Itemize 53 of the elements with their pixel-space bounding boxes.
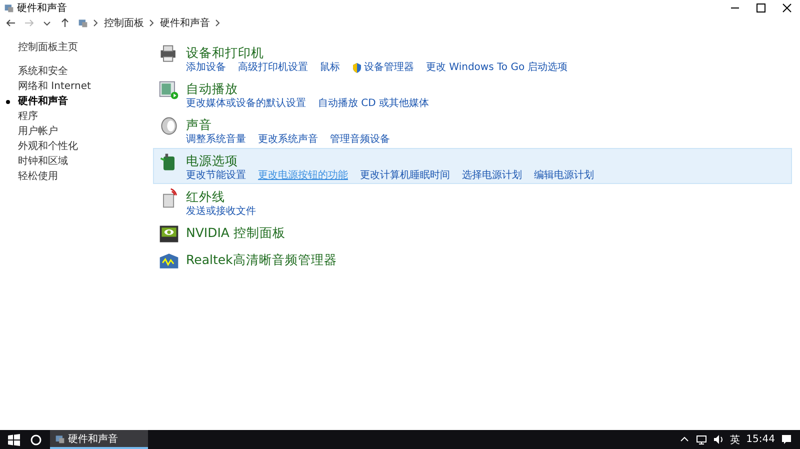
category-link[interactable]: 自动播放 CD 或其他媒体 <box>318 97 430 110</box>
sidebar-item[interactable]: 轻松使用 <box>18 171 58 182</box>
category-title[interactable]: 自动播放 <box>186 81 238 96</box>
category-link[interactable]: 更改节能设置 <box>186 169 246 182</box>
control-panel-icon <box>78 18 88 28</box>
breadcrumb[interactable]: 控制面板 <box>104 16 144 30</box>
taskbar-app-button[interactable]: 硬件和声音 <box>50 430 148 449</box>
category-link[interactable]: 高级打印机设置 <box>238 61 308 74</box>
category-link[interactable]: 鼠标 <box>320 61 340 74</box>
category-link[interactable]: 调整系统音量 <box>186 133 246 146</box>
bullet-icon <box>6 100 10 104</box>
category-title[interactable]: Realtek高清晰音频管理器 <box>186 252 337 267</box>
sidebar-item[interactable]: 硬件和声音 <box>18 96 68 107</box>
category-title[interactable]: 电源选项 <box>186 153 238 168</box>
category-link[interactable]: 管理音频设备 <box>330 133 390 146</box>
input-method-indicator[interactable]: 英 <box>730 432 740 446</box>
back-arrow-icon[interactable] <box>6 18 16 28</box>
sidebar-item[interactable]: 系统和安全 <box>18 66 68 77</box>
sidebar-item[interactable]: 网络和 Internet <box>18 81 91 92</box>
autoplay-icon[interactable] <box>158 79 180 101</box>
sidebar-item[interactable]: 时钟和区域 <box>18 156 68 167</box>
clock[interactable]: 15:44 <box>746 434 775 445</box>
category-link[interactable]: 设备管理器 <box>352 61 414 74</box>
window-title: 硬件和声音 <box>17 2 67 14</box>
chevron-icon <box>93 19 99 27</box>
chevron-icon <box>149 19 155 27</box>
category-title[interactable]: 声音 <box>186 117 212 132</box>
category-link[interactable]: 添加设备 <box>186 61 226 74</box>
category-link[interactable]: 更改媒体或设备的默认设置 <box>186 97 306 110</box>
windows-start-icon[interactable] <box>8 434 20 446</box>
sound-icon[interactable] <box>158 115 180 137</box>
search-circle-icon[interactable] <box>30 434 42 446</box>
category-link[interactable]: 选择电源计划 <box>462 169 522 182</box>
category-link[interactable]: 更改计算机睡眠时间 <box>360 169 450 182</box>
control-panel-icon <box>55 434 65 444</box>
sidebar-item[interactable]: 程序 <box>18 111 38 122</box>
category-link[interactable]: 更改系统声音 <box>258 133 318 146</box>
chevron-icon <box>215 19 221 27</box>
category-title[interactable]: 设备和打印机 <box>186 45 264 60</box>
notification-icon[interactable] <box>781 434 792 445</box>
category-link[interactable]: 发送或接收文件 <box>186 205 256 218</box>
speaker-icon[interactable] <box>713 434 724 445</box>
sidebar-home-link[interactable]: 控制面板主页 <box>18 40 153 54</box>
up-arrow-icon[interactable] <box>60 18 70 28</box>
sidebar-item[interactable]: 用户帐户 <box>18 126 58 137</box>
breadcrumb[interactable]: 硬件和声音 <box>160 16 210 30</box>
category-link[interactable]: 更改 Windows To Go 启动选项 <box>426 61 568 74</box>
sidebar-item[interactable]: 外观和个性化 <box>18 141 78 152</box>
category-title[interactable]: 红外线 <box>186 189 225 204</box>
category-title[interactable]: NVIDIA 控制面板 <box>186 225 286 240</box>
network-monitor-icon[interactable] <box>696 434 708 445</box>
category-link[interactable]: 编辑电源计划 <box>534 169 594 182</box>
control-panel-icon <box>4 2 14 12</box>
